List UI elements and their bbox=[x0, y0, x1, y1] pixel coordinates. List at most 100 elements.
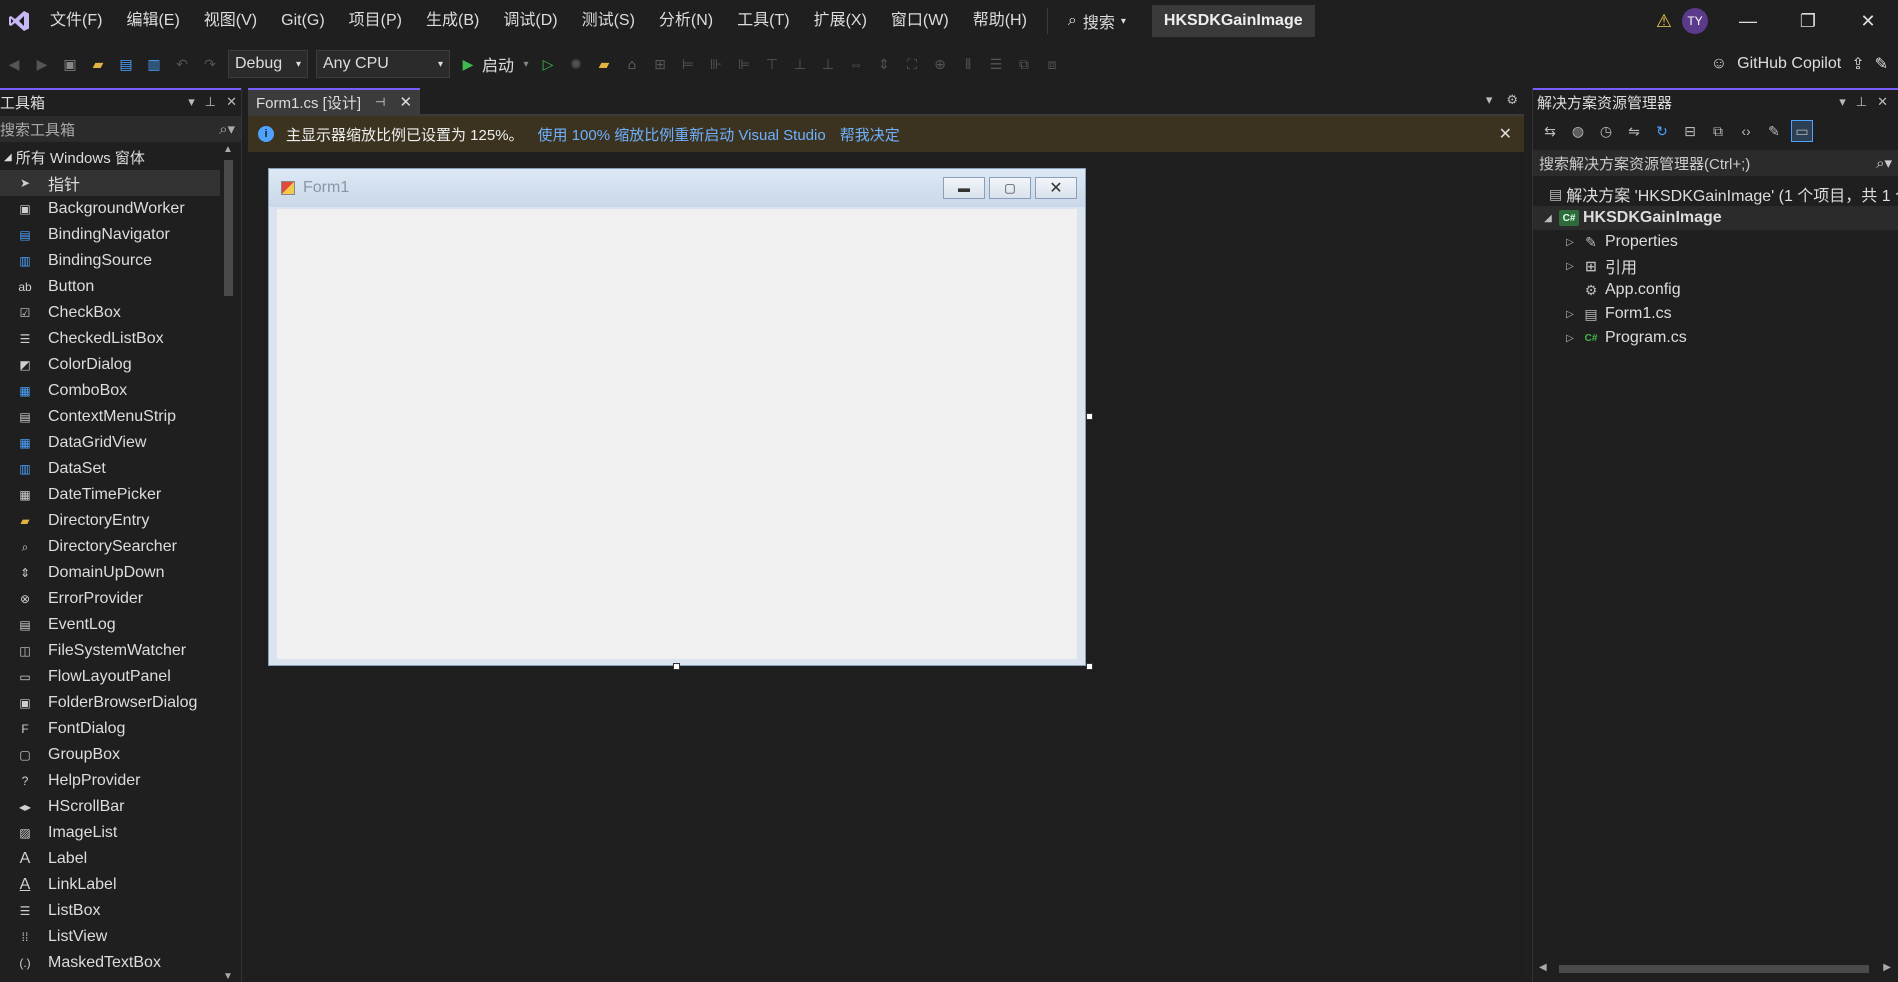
avatar[interactable]: TY bbox=[1682, 8, 1708, 34]
align-top-icon[interactable]: ⊤ bbox=[761, 53, 783, 75]
toolbox-search-input[interactable]: 搜索工具箱 ⌕▾ bbox=[0, 116, 241, 142]
toolbox-item-filesystemwatcher[interactable]: ◫ FileSystemWatcher bbox=[0, 638, 222, 664]
toolbox-item-directoryentry[interactable]: ▰ DirectoryEntry bbox=[0, 508, 222, 534]
size-to-grid-icon[interactable]: ⛶ bbox=[901, 53, 923, 75]
toolbox-item-bindingsource[interactable]: ▥ BindingSource bbox=[0, 248, 222, 274]
redo-icon[interactable]: ↷ bbox=[199, 53, 221, 75]
share-icon[interactable]: ⇪ bbox=[1851, 54, 1864, 74]
menu-file[interactable]: 文件(F) bbox=[38, 0, 114, 42]
feedback-icon[interactable]: ✎ bbox=[1875, 54, 1888, 74]
solution-explorer-search-input[interactable]: 搜索解决方案资源管理器(Ctrl+;) ⌕▾ bbox=[1533, 150, 1898, 176]
chevron-down-icon[interactable]: ▾ bbox=[1486, 92, 1493, 108]
restore-button[interactable]: ❐ bbox=[1778, 0, 1838, 42]
copilot-button[interactable]: GitHub Copilot bbox=[1737, 55, 1841, 73]
chevron-down-icon[interactable]: ▾ bbox=[188, 94, 195, 110]
resize-handle-corner[interactable] bbox=[1086, 663, 1093, 670]
toolbox-item-button[interactable]: ab Button bbox=[0, 274, 222, 300]
warning-icon[interactable]: ⚠ bbox=[1656, 11, 1672, 32]
toolbox-item-datagridview[interactable]: ▦ DataGridView bbox=[0, 430, 222, 456]
history-icon[interactable]: ◷ bbox=[1595, 120, 1617, 142]
toolbox-item-errorprovider[interactable]: ⊗ ErrorProvider bbox=[0, 586, 222, 612]
close-icon[interactable]: ✕ bbox=[1877, 94, 1888, 110]
zoom-icon[interactable]: ⊕ bbox=[929, 53, 951, 75]
undo-icon[interactable]: ↶ bbox=[171, 53, 193, 75]
pin-icon[interactable]: ⊥ bbox=[1856, 94, 1867, 110]
toolbox-item-dataset[interactable]: ▥ DataSet bbox=[0, 456, 222, 482]
make-same-width-icon[interactable]: ⇔ bbox=[845, 53, 867, 75]
toolbox-item-groupbox[interactable]: ▢ GroupBox bbox=[0, 742, 222, 768]
layout-icon[interactable]: ⌂ bbox=[621, 53, 643, 75]
menu-project[interactable]: 项目(P) bbox=[337, 0, 414, 42]
menu-test[interactable]: 测试(S) bbox=[570, 0, 647, 42]
scroll-up-icon[interactable]: ▲ bbox=[223, 144, 233, 155]
align-grid-icon[interactable]: ⊞ bbox=[649, 53, 671, 75]
pin-icon[interactable]: ⊥ bbox=[205, 94, 216, 110]
toolbox-item-helpprovider[interactable]: ? HelpProvider bbox=[0, 768, 222, 794]
platform-select[interactable]: Any CPU ▾ bbox=[316, 50, 450, 78]
form-titlebar[interactable]: Form1 ▬ ▢ ✕ bbox=[269, 169, 1085, 207]
hspacing-icon[interactable]: ⫴ bbox=[957, 53, 979, 75]
preview-selected-icon[interactable]: ▭ bbox=[1791, 120, 1813, 142]
form-client-area[interactable] bbox=[277, 209, 1077, 659]
align-bottom-icon[interactable]: ⊥ bbox=[817, 53, 839, 75]
scrollbar-thumb[interactable] bbox=[1559, 965, 1869, 973]
restart-100-link[interactable]: 使用 100% 缩放比例重新启动 Visual Studio bbox=[538, 124, 826, 145]
toolbox-item-pointer[interactable]: ➤ 指针 bbox=[0, 170, 222, 196]
close-icon[interactable]: ✕ bbox=[226, 94, 237, 110]
start-without-debug-icon[interactable]: ▷ bbox=[537, 53, 559, 75]
chevron-down-icon[interactable]: ▾ bbox=[521, 53, 531, 75]
menu-extensions[interactable]: 扩展(X) bbox=[802, 0, 879, 42]
back-icon[interactable]: ◀ bbox=[3, 53, 25, 75]
toolbox-item-colordialog[interactable]: ◩ ColorDialog bbox=[0, 352, 222, 378]
new-project-icon[interactable]: ▣ bbox=[59, 53, 81, 75]
tree-form1-cs[interactable]: ▷ ▤ Form1.cs bbox=[1533, 302, 1898, 326]
solution-folder-icon[interactable]: ▰ bbox=[593, 53, 615, 75]
send-back-icon[interactable]: ⧈ bbox=[1041, 53, 1063, 75]
pin-icon[interactable]: ⊣ bbox=[375, 95, 385, 109]
toolbox-item-label[interactable]: A Label bbox=[0, 846, 222, 872]
menu-git[interactable]: Git(G) bbox=[269, 0, 337, 42]
start-button-label[interactable]: 启动 bbox=[482, 52, 514, 76]
scroll-right-icon[interactable]: ▶ bbox=[1883, 962, 1891, 973]
hot-reload-icon[interactable]: ✺ bbox=[565, 53, 587, 75]
toolbox-item-listview[interactable]: ⁞⁞ ListView bbox=[0, 924, 222, 950]
align-right-icon[interactable]: ⊫ bbox=[733, 53, 755, 75]
make-same-height-icon[interactable]: ⇕ bbox=[873, 53, 895, 75]
minimize-button[interactable]: — bbox=[1718, 0, 1778, 42]
toolbox-item-directorysearcher[interactable]: ⌕ DirectorySearcher bbox=[0, 534, 222, 560]
align-center-icon[interactable]: ⊪ bbox=[705, 53, 727, 75]
align-middle-icon[interactable]: ⊥ bbox=[789, 53, 811, 75]
expand-icon[interactable]: ▷ bbox=[1563, 333, 1577, 344]
toolbox-item-maskedtextbox[interactable]: (.) MaskedTextBox bbox=[0, 950, 222, 976]
visual-studio-logo-icon[interactable] bbox=[0, 0, 38, 42]
toolbox-item-datetimepicker[interactable]: ▦ DateTimePicker bbox=[0, 482, 222, 508]
gear-icon[interactable]: ⚙ bbox=[1506, 92, 1518, 108]
toolbox-item-hscrollbar[interactable]: ◂▸ HScrollBar bbox=[0, 794, 222, 820]
tree-app-config[interactable]: ⚙ App.config bbox=[1533, 278, 1898, 302]
refresh-icon[interactable]: ↻ bbox=[1651, 120, 1673, 142]
globe-icon[interactable]: ◍ bbox=[1567, 120, 1589, 142]
expand-icon[interactable]: ◢ bbox=[1541, 213, 1555, 224]
view-code-icon[interactable]: ‹› bbox=[1735, 120, 1757, 142]
toolbox-item-eventlog[interactable]: ▤ EventLog bbox=[0, 612, 222, 638]
menu-view[interactable]: 视图(V) bbox=[192, 0, 269, 42]
toolbox-item-listbox[interactable]: ☰ ListBox bbox=[0, 898, 222, 924]
toolbox-item-combobox[interactable]: ▦ ComboBox bbox=[0, 378, 222, 404]
start-icon[interactable]: ▶ bbox=[457, 53, 479, 75]
menu-build[interactable]: 生成(B) bbox=[414, 0, 491, 42]
tree-project[interactable]: ◢ C# HKSDKGainImage bbox=[1533, 206, 1898, 230]
menu-help[interactable]: 帮助(H) bbox=[961, 0, 1039, 42]
menu-analyze[interactable]: 分析(N) bbox=[647, 0, 725, 42]
tree-references[interactable]: ▷ ⊞ 引用 bbox=[1533, 254, 1898, 278]
toolbox-item-folderbrowserdialog[interactable]: ▣ FolderBrowserDialog bbox=[0, 690, 222, 716]
menu-edit[interactable]: 编辑(E) bbox=[114, 0, 191, 42]
scrollbar-thumb[interactable] bbox=[224, 160, 233, 296]
toolbox-scrollbar[interactable]: ▲ ▼ bbox=[220, 144, 236, 982]
toolbox-item-fontdialog[interactable]: F FontDialog bbox=[0, 716, 222, 742]
collapse-all-icon[interactable]: ⊟ bbox=[1679, 120, 1701, 142]
toolbox-item-bindingnavigator[interactable]: ▤ BindingNavigator bbox=[0, 222, 222, 248]
config-select[interactable]: Debug ▾ bbox=[228, 50, 308, 78]
close-button[interactable]: ✕ bbox=[1838, 0, 1898, 42]
menu-tools[interactable]: 工具(T) bbox=[725, 0, 801, 42]
scroll-down-icon[interactable]: ▼ bbox=[223, 971, 233, 982]
